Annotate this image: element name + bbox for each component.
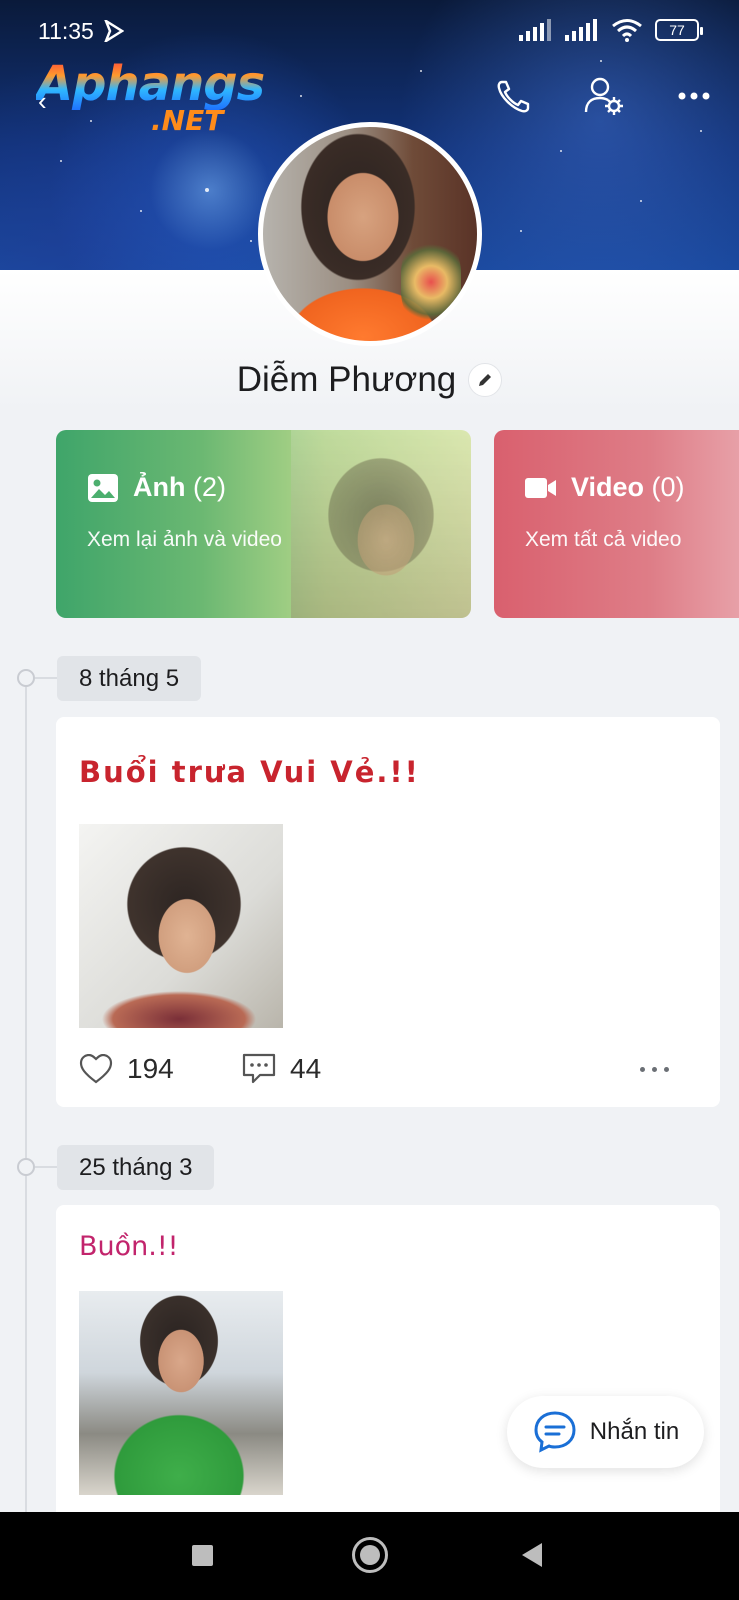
post-text: Buồn.!! (79, 1231, 179, 1262)
timeline-date-chip: 25 tháng 3 (57, 1145, 215, 1190)
message-button-label: Nhắn tin (589, 1418, 680, 1445)
status-icons: 77 (519, 18, 703, 42)
heart-icon (79, 1054, 113, 1084)
message-button[interactable]: Nhắn tin (507, 1396, 704, 1468)
signal-icon (519, 19, 551, 41)
profile-name-row: Diễm Phương (0, 360, 739, 400)
photos-card-thumbnail (291, 430, 471, 618)
watermark-suffix: .NET (151, 104, 224, 137)
post-actions: 194 44 (79, 1053, 699, 1093)
phone-icon[interactable] (492, 74, 536, 118)
system-navigation-bar (0, 1512, 739, 1600)
battery-indicator: 77 (655, 19, 703, 41)
watermark-logo: Aphangs .NET (36, 56, 266, 146)
status-time: 11:35 (38, 18, 94, 44)
post-card[interactable]: Buổi trưa Vui Vẻ.!! 194 44 (56, 717, 720, 1107)
timeline-connector (35, 677, 57, 679)
post-text: Buổi trưa Vui Vẻ.!! (79, 755, 420, 789)
battery-level: 77 (669, 22, 685, 38)
pencil-icon (479, 374, 492, 386)
back-chevron-icon[interactable]: ‹ (38, 86, 47, 117)
edit-name-button[interactable] (468, 363, 503, 397)
comment-count: 44 (290, 1053, 322, 1084)
timeline-line (25, 678, 27, 1538)
post-photo[interactable] (79, 1291, 283, 1495)
comment-icon (242, 1053, 276, 1084)
chat-bubble-icon (534, 1411, 576, 1453)
videos-card-subtitle: Xem tất cả video (525, 528, 682, 551)
photos-card-count: (2) (193, 472, 226, 502)
timeline-date-chip: 8 tháng 5 (57, 656, 202, 701)
post-card[interactable]: Buồn.!! (56, 1205, 720, 1525)
timeline-connector (35, 1166, 57, 1168)
status-bar: 11:35 77 (0, 0, 739, 60)
profile-avatar[interactable] (258, 122, 482, 346)
signal-icon-2 (565, 19, 597, 41)
home-icon[interactable] (352, 1537, 388, 1573)
post-more-icon[interactable] (640, 1067, 669, 1072)
comment-button[interactable]: 44 (242, 1053, 321, 1085)
photos-card-title: Ảnh (2) (87, 472, 226, 503)
image-icon (88, 473, 118, 502)
videos-card-count: (0) (651, 472, 685, 502)
photos-card[interactable]: Ảnh (2) Xem lại ảnh và video (56, 430, 471, 618)
videos-card-label: Video (571, 472, 645, 502)
videos-card-title: Video (0) (525, 472, 685, 503)
photos-card-subtitle: Xem lại ảnh và video (87, 528, 282, 551)
play-store-icon (104, 20, 124, 42)
recent-apps-icon[interactable] (192, 1545, 213, 1566)
videos-card[interactable]: Video (0) Xem tất cả video (494, 430, 739, 618)
wifi-icon (612, 19, 642, 42)
video-camera-icon (525, 477, 556, 498)
timeline-dot (17, 669, 35, 687)
like-count: 194 (127, 1053, 174, 1084)
profile-name: Diễm Phương (236, 360, 457, 399)
post-photo[interactable] (79, 824, 283, 1028)
like-button[interactable]: 194 (79, 1053, 174, 1085)
back-icon[interactable] (522, 1543, 542, 1567)
more-icon[interactable] (672, 74, 716, 118)
timeline-dot (17, 1158, 35, 1176)
photos-card-label: Ảnh (133, 472, 186, 502)
user-settings-icon[interactable] (582, 74, 626, 118)
avatar-background-decoration (401, 237, 461, 327)
